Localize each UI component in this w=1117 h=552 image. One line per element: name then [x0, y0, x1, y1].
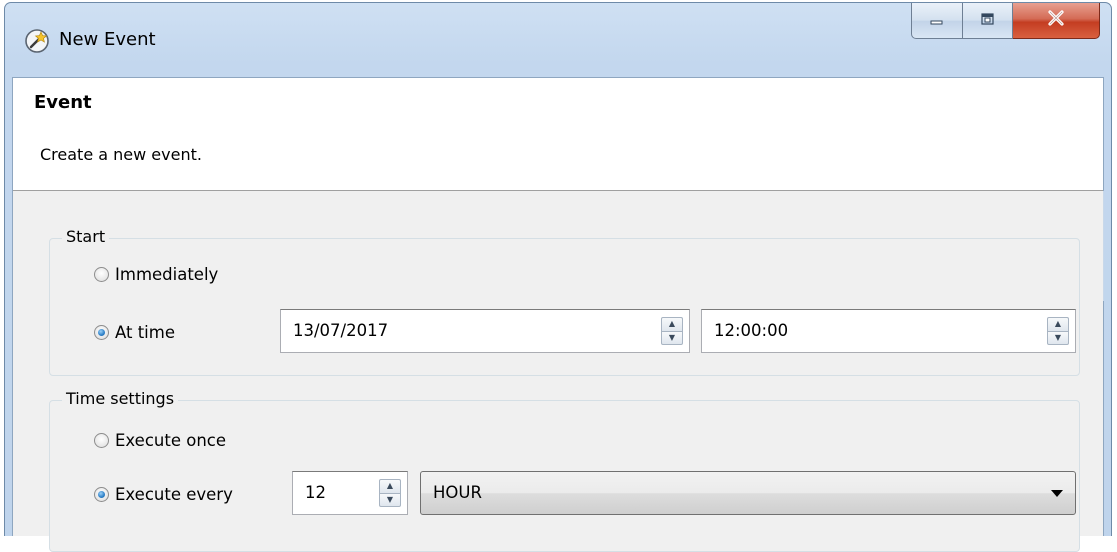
header-panel: Event Create a new event.: [13, 78, 1103, 191]
time-settings-group: Time settings Execute once Execute every…: [49, 389, 1080, 552]
at-time-radio[interactable]: At time: [94, 323, 175, 342]
title-bar[interactable]: New Event: [5, 3, 1111, 77]
radio-button[interactable]: [94, 433, 109, 448]
radio-button[interactable]: [94, 267, 109, 282]
execute-every-label: Execute every: [115, 485, 233, 504]
interval-spin-up-button[interactable]: ▲: [379, 479, 401, 493]
date-spin-up-button[interactable]: ▲: [661, 317, 683, 331]
interval-value: 12: [305, 483, 326, 502]
date-spinner: ▲ ▼: [661, 317, 683, 345]
dialog-client-area: Event Create a new event. Start Immediat…: [12, 77, 1104, 552]
execute-once-label: Execute once: [115, 431, 227, 450]
time-spin-up-button[interactable]: ▲: [1047, 317, 1069, 331]
time-settings-legend: Time settings: [62, 389, 179, 408]
date-value: 13/07/2017: [293, 321, 389, 340]
date-spin-down-button[interactable]: ▼: [661, 330, 683, 345]
maximize-icon: [980, 11, 996, 31]
maximize-button[interactable]: [963, 3, 1013, 39]
minimize-icon: [929, 11, 945, 31]
immediately-radio[interactable]: Immediately: [94, 265, 218, 284]
execute-every-radio[interactable]: Execute every: [94, 485, 233, 504]
execute-once-radio[interactable]: Execute once: [94, 431, 226, 450]
unit-dropdown[interactable]: HOUR: [420, 471, 1076, 515]
unit-selected-value: HOUR: [433, 483, 482, 502]
radio-selected-dot: [98, 491, 105, 498]
radio-button[interactable]: [94, 487, 109, 502]
new-event-window: New Event Event Create a new event. Star…: [4, 2, 1112, 552]
time-value: 12:00:00: [714, 321, 789, 340]
radio-button[interactable]: [94, 325, 109, 340]
close-icon: [1046, 9, 1066, 32]
time-input[interactable]: 12:00:00 ▲ ▼: [701, 309, 1076, 353]
at-time-label: At time: [115, 323, 175, 342]
form-body: Start Immediately At time 13/07/2017 ▲ ▼: [13, 191, 1103, 552]
radio-selected-dot: [98, 329, 105, 336]
caption-buttons: [911, 3, 1100, 41]
time-spinner: ▲ ▼: [1047, 317, 1069, 345]
page-title: Event: [34, 92, 92, 113]
interval-stepper[interactable]: 12 ▲ ▼: [292, 471, 408, 515]
immediately-label: Immediately: [115, 265, 219, 284]
close-button[interactable]: [1013, 3, 1100, 39]
interval-spin-down-button[interactable]: ▼: [379, 492, 401, 507]
minimize-button[interactable]: [911, 3, 963, 39]
chevron-down-icon[interactable]: [1051, 490, 1063, 497]
date-input[interactable]: 13/07/2017 ▲ ▼: [280, 309, 690, 353]
start-group-legend: Start: [62, 227, 110, 246]
interval-spinner: ▲ ▼: [379, 479, 401, 507]
start-group: Start Immediately At time 13/07/2017 ▲ ▼: [49, 227, 1080, 376]
window-title: New Event: [59, 29, 156, 50]
page-description: Create a new event.: [40, 145, 202, 164]
time-spin-down-button[interactable]: ▼: [1047, 330, 1069, 345]
magic-wand-icon: [24, 28, 50, 54]
